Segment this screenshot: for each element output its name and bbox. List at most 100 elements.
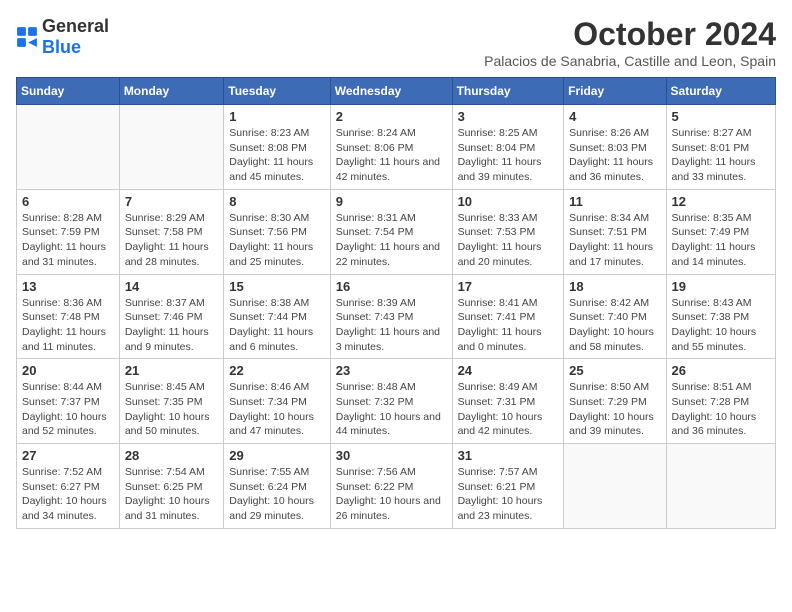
day-info: Sunrise: 8:38 AM Sunset: 7:44 PM Dayligh… bbox=[229, 296, 324, 355]
day-info: Sunrise: 8:29 AM Sunset: 7:58 PM Dayligh… bbox=[125, 211, 218, 270]
day-number: 30 bbox=[336, 448, 447, 463]
day-info: Sunrise: 8:31 AM Sunset: 7:54 PM Dayligh… bbox=[336, 211, 447, 270]
calendar-week-row: 1Sunrise: 8:23 AM Sunset: 8:08 PM Daylig… bbox=[17, 105, 776, 190]
day-info: Sunrise: 8:26 AM Sunset: 8:03 PM Dayligh… bbox=[569, 126, 660, 185]
day-number: 15 bbox=[229, 279, 324, 294]
day-number: 23 bbox=[336, 363, 447, 378]
day-info: Sunrise: 8:45 AM Sunset: 7:35 PM Dayligh… bbox=[125, 380, 218, 439]
day-number: 28 bbox=[125, 448, 218, 463]
calendar-day-cell: 25 Sunrise: 8:50 AM Sunset: 7:29 PM Dayli… bbox=[564, 359, 666, 444]
title-block: October 2024 Palacios de Sanabria, Casti… bbox=[484, 16, 776, 69]
calendar-week-row: 20 Sunrise: 8:44 AM Sunset: 7:37 PM Dayli… bbox=[17, 359, 776, 444]
day-number: 26 bbox=[672, 363, 770, 378]
calendar-day-cell bbox=[666, 444, 775, 529]
calendar-day-cell: 2 Sunrise: 8:24 AM Sunset: 8:06 PM Daylig… bbox=[330, 105, 452, 190]
day-info: Sunrise: 7:52 AM Sunset: 6:27 PM Dayligh… bbox=[22, 465, 114, 524]
day-info: Sunrise: 8:34 AM Sunset: 7:51 PM Dayligh… bbox=[569, 211, 660, 270]
calendar-day-cell: 19Sunrise: 8:43 AM Sunset: 7:38 PM Dayli… bbox=[666, 274, 775, 359]
logo-blue: Blue bbox=[42, 37, 81, 57]
header: General Blue October 2024 Palacios de Sa… bbox=[16, 16, 776, 69]
day-info: Sunrise: 7:55 AM Sunset: 6:24 PM Dayligh… bbox=[229, 465, 324, 524]
calendar-day-cell: 8 Sunrise: 8:30 AM Sunset: 7:56 PM Daylig… bbox=[224, 189, 330, 274]
logo-icon bbox=[16, 26, 38, 48]
calendar-day-cell bbox=[17, 105, 120, 190]
calendar-day-cell bbox=[564, 444, 666, 529]
calendar-day-cell: 27 Sunrise: 7:52 AM Sunset: 6:27 PM Dayli… bbox=[17, 444, 120, 529]
calendar-day-cell: 17 Sunrise: 8:41 AM Sunset: 7:41 PM Dayli… bbox=[452, 274, 564, 359]
day-info: Sunrise: 8:51 AM Sunset: 7:28 PM Dayligh… bbox=[672, 380, 770, 439]
day-info: Sunrise: 8:42 AM Sunset: 7:40 PM Dayligh… bbox=[569, 296, 660, 355]
calendar-day-cell: 24 Sunrise: 8:49 AM Sunset: 7:31 PM Dayli… bbox=[452, 359, 564, 444]
weekday-header: Saturday bbox=[666, 78, 775, 105]
weekday-header: Monday bbox=[119, 78, 223, 105]
calendar-day-cell: 13 Sunrise: 8:36 AM Sunset: 7:48 PM Dayli… bbox=[17, 274, 120, 359]
day-info: Sunrise: 8:30 AM Sunset: 7:56 PM Dayligh… bbox=[229, 211, 324, 270]
day-info: Sunrise: 8:39 AM Sunset: 7:43 PM Dayligh… bbox=[336, 296, 447, 355]
day-number: 16 bbox=[336, 279, 447, 294]
day-number: 21 bbox=[125, 363, 218, 378]
logo-text: General Blue bbox=[42, 16, 109, 58]
calendar-day-cell: 21 Sunrise: 8:45 AM Sunset: 7:35 PM Dayli… bbox=[119, 359, 223, 444]
calendar-day-cell: 29 Sunrise: 7:55 AM Sunset: 6:24 PM Dayli… bbox=[224, 444, 330, 529]
day-number: 20 bbox=[22, 363, 114, 378]
day-number: 7 bbox=[125, 194, 218, 209]
calendar-day-cell: 3 Sunrise: 8:25 AM Sunset: 8:04 PM Daylig… bbox=[452, 105, 564, 190]
calendar-day-cell: 23 Sunrise: 8:48 AM Sunset: 7:32 PM Dayli… bbox=[330, 359, 452, 444]
calendar-day-cell: 6 Sunrise: 8:28 AM Sunset: 7:59 PM Daylig… bbox=[17, 189, 120, 274]
day-number: 31 bbox=[458, 448, 559, 463]
day-number: 29 bbox=[229, 448, 324, 463]
calendar-day-cell: 1Sunrise: 8:23 AM Sunset: 8:08 PM Daylig… bbox=[224, 105, 330, 190]
day-number: 4 bbox=[569, 109, 660, 124]
day-info: Sunrise: 8:36 AM Sunset: 7:48 PM Dayligh… bbox=[22, 296, 114, 355]
day-info: Sunrise: 7:56 AM Sunset: 6:22 PM Dayligh… bbox=[336, 465, 447, 524]
weekday-header: Friday bbox=[564, 78, 666, 105]
logo: General Blue bbox=[16, 16, 109, 58]
calendar-day-cell: 5 Sunrise: 8:27 AM Sunset: 8:01 PM Daylig… bbox=[666, 105, 775, 190]
day-info: Sunrise: 8:48 AM Sunset: 7:32 PM Dayligh… bbox=[336, 380, 447, 439]
day-info: Sunrise: 8:43 AM Sunset: 7:38 PM Dayligh… bbox=[672, 296, 770, 355]
day-number: 8 bbox=[229, 194, 324, 209]
calendar-day-cell: 20 Sunrise: 8:44 AM Sunset: 7:37 PM Dayli… bbox=[17, 359, 120, 444]
calendar-week-row: 13 Sunrise: 8:36 AM Sunset: 7:48 PM Dayli… bbox=[17, 274, 776, 359]
calendar-day-cell: 12 Sunrise: 8:35 AM Sunset: 7:49 PM Dayli… bbox=[666, 189, 775, 274]
calendar-table: SundayMondayTuesdayWednesdayThursdayFrid… bbox=[16, 77, 776, 529]
day-info: Sunrise: 8:41 AM Sunset: 7:41 PM Dayligh… bbox=[458, 296, 559, 355]
day-number: 24 bbox=[458, 363, 559, 378]
day-info: Sunrise: 8:25 AM Sunset: 8:04 PM Dayligh… bbox=[458, 126, 559, 185]
calendar-day-cell: 14 Sunrise: 8:37 AM Sunset: 7:46 PM Dayli… bbox=[119, 274, 223, 359]
day-number: 3 bbox=[458, 109, 559, 124]
day-info: Sunrise: 7:57 AM Sunset: 6:21 PM Dayligh… bbox=[458, 465, 559, 524]
day-number: 14 bbox=[125, 279, 218, 294]
calendar-day-cell bbox=[119, 105, 223, 190]
month-title: October 2024 bbox=[484, 16, 776, 53]
day-info: Sunrise: 8:49 AM Sunset: 7:31 PM Dayligh… bbox=[458, 380, 559, 439]
calendar-week-row: 27 Sunrise: 7:52 AM Sunset: 6:27 PM Dayli… bbox=[17, 444, 776, 529]
day-info: Sunrise: 8:28 AM Sunset: 7:59 PM Dayligh… bbox=[22, 211, 114, 270]
day-number: 12 bbox=[672, 194, 770, 209]
day-number: 1 bbox=[229, 109, 324, 124]
day-info: Sunrise: 8:24 AM Sunset: 8:06 PM Dayligh… bbox=[336, 126, 447, 185]
calendar-day-cell: 4 Sunrise: 8:26 AM Sunset: 8:03 PM Daylig… bbox=[564, 105, 666, 190]
day-info: Sunrise: 8:44 AM Sunset: 7:37 PM Dayligh… bbox=[22, 380, 114, 439]
calendar-day-cell: 11Sunrise: 8:34 AM Sunset: 7:51 PM Dayli… bbox=[564, 189, 666, 274]
day-info: Sunrise: 8:37 AM Sunset: 7:46 PM Dayligh… bbox=[125, 296, 218, 355]
calendar-day-cell: 22Sunrise: 8:46 AM Sunset: 7:34 PM Dayli… bbox=[224, 359, 330, 444]
day-number: 17 bbox=[458, 279, 559, 294]
calendar-day-cell: 7 Sunrise: 8:29 AM Sunset: 7:58 PM Daylig… bbox=[119, 189, 223, 274]
day-info: Sunrise: 8:50 AM Sunset: 7:29 PM Dayligh… bbox=[569, 380, 660, 439]
calendar-day-cell: 26 Sunrise: 8:51 AM Sunset: 7:28 PM Dayli… bbox=[666, 359, 775, 444]
weekday-header-row: SundayMondayTuesdayWednesdayThursdayFrid… bbox=[17, 78, 776, 105]
day-info: Sunrise: 8:27 AM Sunset: 8:01 PM Dayligh… bbox=[672, 126, 770, 185]
day-number: 5 bbox=[672, 109, 770, 124]
day-number: 2 bbox=[336, 109, 447, 124]
day-number: 13 bbox=[22, 279, 114, 294]
day-info: Sunrise: 8:33 AM Sunset: 7:53 PM Dayligh… bbox=[458, 211, 559, 270]
calendar-day-cell: 18Sunrise: 8:42 AM Sunset: 7:40 PM Dayli… bbox=[564, 274, 666, 359]
day-number: 25 bbox=[569, 363, 660, 378]
day-number: 9 bbox=[336, 194, 447, 209]
calendar-day-cell: 10Sunrise: 8:33 AM Sunset: 7:53 PM Dayli… bbox=[452, 189, 564, 274]
weekday-header: Thursday bbox=[452, 78, 564, 105]
day-number: 27 bbox=[22, 448, 114, 463]
day-info: Sunrise: 8:35 AM Sunset: 7:49 PM Dayligh… bbox=[672, 211, 770, 270]
day-number: 6 bbox=[22, 194, 114, 209]
